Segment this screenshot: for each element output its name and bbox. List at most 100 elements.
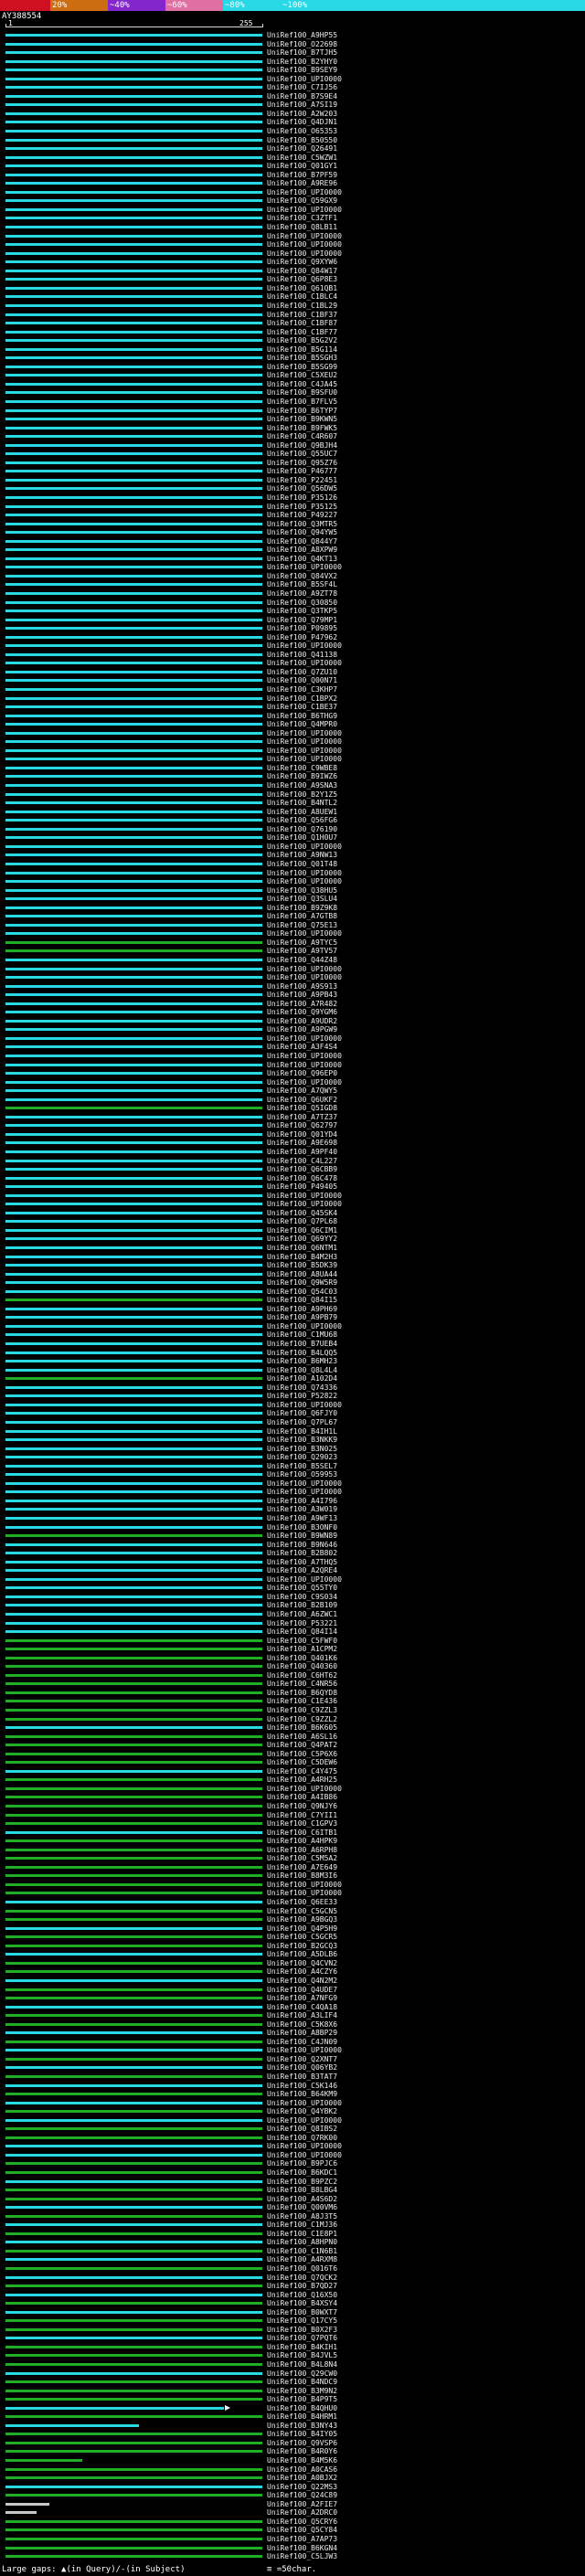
hit-label[interactable]: UniRef100_B64KM9 (267, 2091, 337, 2098)
hit-label[interactable]: UniRef100_A4IB86 (267, 1794, 337, 1801)
hit-bar[interactable] (5, 2014, 262, 2018)
hit-label[interactable]: UniRef100_A2DRC0 (267, 2509, 337, 2517)
hit-label[interactable]: UniRef100_A9TV57 (267, 948, 337, 955)
hit-bar[interactable] (5, 566, 262, 569)
hit-label[interactable]: UniRef100_B9SFU0 (267, 389, 337, 397)
hit-label[interactable]: UniRef100_Q30850 (267, 599, 337, 607)
hit-label[interactable]: UniRef100_A9TYC5 (267, 938, 337, 947)
hit-label[interactable]: UniRef100_B9WN89 (267, 1532, 337, 1540)
hit-bar[interactable] (5, 1569, 262, 1573)
hit-label[interactable]: UniRef100_C4QA18 (267, 2003, 337, 2011)
hit-label[interactable]: UniRef100_A8UA44 (267, 1270, 337, 1278)
hit-label[interactable]: UniRef100_B4M5K6 (267, 2457, 337, 2465)
hit-bar[interactable] (5, 758, 262, 761)
hit-label[interactable]: UniRef100_B4KIH1 (267, 2343, 337, 2351)
hit-label[interactable]: UniRef100_UPI0000 (267, 930, 342, 938)
hit-bar[interactable] (5, 182, 262, 186)
hit-label[interactable]: UniRef100_Q62797 (267, 1122, 337, 1129)
hit-label[interactable]: UniRef100_C4R607 (267, 433, 337, 440)
hit-bar[interactable] (5, 2354, 262, 2358)
hit-label[interactable]: UniRef100_P22451 (267, 476, 337, 484)
hit-label[interactable]: UniRef100_B5G2V2 (267, 337, 337, 345)
hit-bar[interactable] (5, 627, 262, 631)
hit-bar[interactable] (5, 1970, 262, 1974)
hit-bar[interactable] (5, 1997, 262, 2000)
hit-label[interactable]: UniRef100_B7S9E4 (267, 92, 337, 101)
hit-bar[interactable] (5, 1342, 262, 1346)
hit-label[interactable]: UniRef100_C4JA45 (267, 380, 337, 388)
hit-bar[interactable] (5, 853, 262, 857)
hit-bar[interactable] (5, 1691, 262, 1694)
hit-label[interactable]: UniRef100_B3N025 (267, 1445, 337, 1453)
hit-bar[interactable] (5, 1011, 262, 1014)
hit-bar[interactable] (5, 1882, 262, 1886)
hit-label[interactable]: UniRef100_P09895 (267, 625, 337, 632)
hit-bar[interactable] (5, 1786, 262, 1790)
hit-bar[interactable] (5, 1586, 262, 1590)
hit-label[interactable]: UniRef100_Q55UC7 (267, 451, 337, 458)
hit-bar[interactable] (5, 1097, 262, 1101)
hit-label[interactable]: UniRef100_A9BGQ3 (267, 1916, 337, 1924)
hit-bar[interactable] (5, 1630, 262, 1634)
hit-bar[interactable] (5, 2179, 262, 2183)
hit-bar[interactable] (5, 748, 262, 752)
hit-label[interactable]: UniRef100_B4XSY4 (267, 2300, 337, 2307)
hit-label[interactable]: UniRef100_A4CZY6 (267, 1968, 337, 1976)
hit-label[interactable]: UniRef100_A7R482 (267, 1000, 337, 1008)
hit-label[interactable]: UniRef100_C4JN09 (267, 2038, 337, 2046)
hit-bar[interactable] (5, 2406, 224, 2410)
hit-bar[interactable] (5, 2083, 262, 2087)
hit-bar[interactable] (5, 1656, 262, 1659)
hit-bar[interactable] (5, 539, 262, 543)
hit-label[interactable]: UniRef100_Q26491 (267, 145, 337, 153)
hit-label[interactable]: UniRef100_Q16X50 (267, 2291, 337, 2299)
hit-label[interactable]: UniRef100_UPI0000 (267, 747, 342, 755)
hit-bar[interactable] (5, 844, 262, 848)
hit-label[interactable]: UniRef100_Q1H0U7 (267, 834, 337, 842)
hit-label[interactable]: UniRef100_C3KHP7 (267, 686, 337, 694)
hit-label[interactable]: UniRef100_Q84I15 (267, 1297, 337, 1304)
hit-label[interactable]: UniRef100_Q6NTM1 (267, 1245, 337, 1252)
hit-bar[interactable] (5, 888, 262, 892)
hit-bar[interactable] (5, 819, 262, 822)
hit-bar[interactable] (5, 1228, 262, 1232)
hit-label[interactable]: UniRef100_C5M5A2 (267, 1855, 337, 1862)
hit-bar[interactable] (5, 1438, 262, 1442)
hit-label[interactable]: UniRef100_C9WBE8 (267, 764, 337, 772)
hit-label[interactable]: UniRef100_Q41138 (267, 651, 337, 659)
hit-bar[interactable] (5, 2162, 262, 2166)
hit-label[interactable]: UniRef100_A6RPH8 (267, 1846, 337, 1854)
hit-label[interactable]: UniRef100_A7GTB8 (267, 913, 337, 920)
hit-bar[interactable] (5, 2284, 262, 2288)
hit-bar[interactable] (5, 1429, 262, 1433)
hit-bar[interactable] (5, 2371, 262, 2375)
hit-bar[interactable] (5, 1193, 262, 1197)
hit-bar[interactable] (5, 1700, 262, 1703)
hit-label[interactable]: UniRef100_Q7ZU10 (267, 668, 337, 676)
hit-bar[interactable] (5, 1857, 262, 1860)
hit-label[interactable]: UniRef100_A9PGW9 (267, 1026, 337, 1034)
hit-label[interactable]: UniRef100_UPI0000 (267, 564, 342, 571)
hit-bar[interactable] (5, 2101, 262, 2104)
hit-label[interactable]: UniRef100_O59953 (267, 1471, 337, 1479)
hit-label[interactable]: UniRef100_UPI0000 (267, 660, 342, 667)
hit-bar[interactable] (5, 2136, 262, 2139)
hit-label[interactable]: UniRef100_UPI0000 (267, 1192, 342, 1200)
hit-label[interactable]: UniRef100_UPI0000 (267, 1401, 342, 1409)
hit-label[interactable]: UniRef100_B3NKK9 (267, 1436, 337, 1444)
hit-bar[interactable] (5, 1874, 262, 1878)
hit-label[interactable]: UniRef100_Q22MS3 (267, 2483, 337, 2491)
hit-bar[interactable] (5, 1709, 262, 1712)
hit-label[interactable]: UniRef100_UPI0000 (267, 249, 342, 258)
hit-label[interactable]: UniRef100_Q5CRY6 (267, 2518, 337, 2526)
hit-label[interactable]: UniRef100_Q3SLU4 (267, 896, 337, 903)
hit-bar[interactable] (5, 226, 262, 229)
hit-bar[interactable] (5, 1961, 262, 1965)
hit-label[interactable]: UniRef100_UPI0000 (267, 1078, 342, 1087)
hit-bar[interactable] (5, 121, 262, 124)
hit-label[interactable]: UniRef100_B4NTL2 (267, 800, 337, 807)
hit-bar[interactable] (5, 59, 262, 63)
hit-label[interactable]: UniRef100_A9PH69 (267, 1305, 337, 1313)
hit-label[interactable]: UniRef100_C7YII1 (267, 1811, 337, 1819)
hit-bar[interactable] (5, 339, 262, 343)
